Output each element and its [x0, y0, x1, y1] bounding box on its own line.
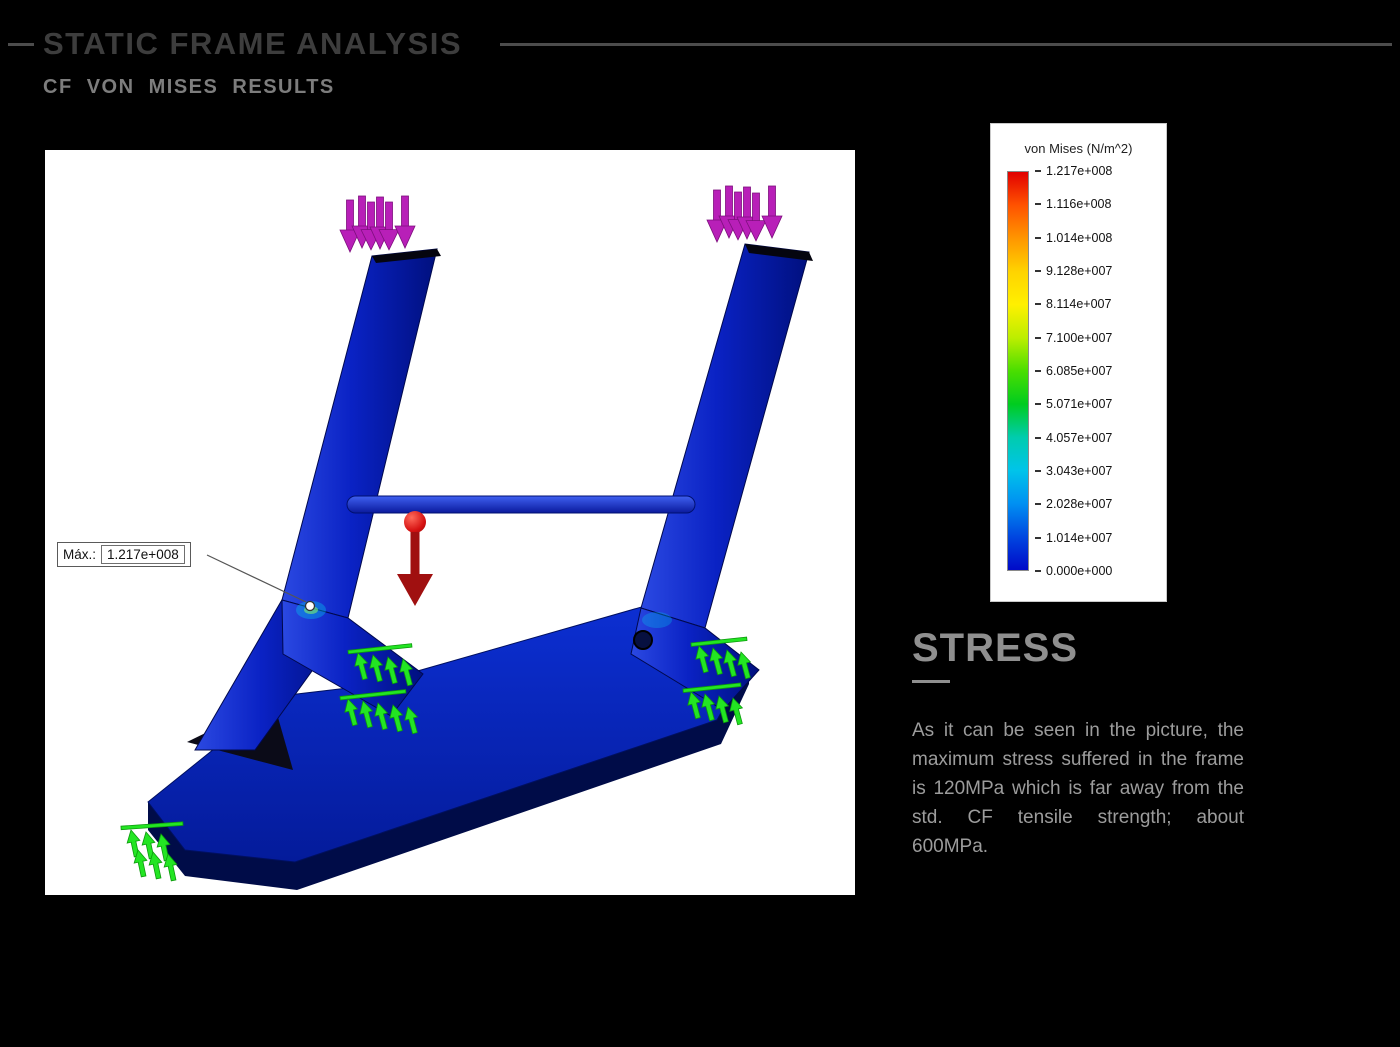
- legend-tick: [1035, 203, 1041, 205]
- stress-hotspot-right: [642, 612, 672, 628]
- load-arrows-left: [340, 196, 415, 252]
- legend-tick: [1035, 503, 1041, 505]
- legend-label-row: 9.128e+007: [1035, 265, 1112, 277]
- legend-label-row: 1.014e+007: [1035, 532, 1112, 544]
- title-left-rule: [8, 43, 34, 46]
- legend-label-row: 5.071e+007: [1035, 398, 1112, 410]
- legend-label-row: 1.116e+008: [1035, 198, 1112, 210]
- color-scale-bar: [1007, 171, 1029, 571]
- stress-heading: STRESS: [912, 626, 1244, 671]
- fea-figure-panel: Máx.: 1.217e+008: [45, 150, 855, 895]
- legend-value: 2.028e+007: [1046, 497, 1112, 511]
- max-force-arrow: [397, 511, 433, 606]
- legend-value: 0.000e+000: [1046, 564, 1112, 578]
- max-stress-callout: Máx.: 1.217e+008: [57, 542, 191, 567]
- legend-label-row: 8.114e+007: [1035, 298, 1112, 310]
- legend-tick: [1035, 537, 1041, 539]
- legend-body: 1.217e+008 1.116e+008 1.014e+008 9.128e+…: [1007, 171, 1160, 577]
- legend-label-row: 1.217e+008: [1035, 165, 1112, 177]
- legend-tick: [1035, 437, 1041, 439]
- stress-section: STRESS As it can be seen in the picture,…: [912, 626, 1244, 861]
- legend-tick: [1035, 337, 1041, 339]
- title-right-rule: [500, 43, 1392, 46]
- legend-value: 4.057e+007: [1046, 431, 1112, 445]
- max-callout-value: 1.217e+008: [101, 545, 185, 564]
- max-callout-label: Máx.:: [63, 547, 96, 562]
- right-beam: [641, 244, 809, 628]
- legend-tick: [1035, 370, 1041, 372]
- legend-value: 5.071e+007: [1046, 397, 1112, 411]
- right-joint-hole: [634, 631, 652, 649]
- legend-label-row: 7.100e+007: [1035, 332, 1112, 344]
- legend-label-row: 3.043e+007: [1035, 465, 1112, 477]
- legend-value: 3.043e+007: [1046, 464, 1112, 478]
- legend-value: 1.014e+007: [1046, 531, 1112, 545]
- legend-label-row: 4.057e+007: [1035, 432, 1112, 444]
- legend-value: 1.217e+008: [1046, 164, 1112, 178]
- page-subtitle: CF VON MISES RESULTS: [43, 76, 1400, 99]
- legend-tick: [1035, 237, 1041, 239]
- legend-value: 8.114e+007: [1046, 297, 1111, 311]
- legend-label-row: 6.085e+007: [1035, 365, 1112, 377]
- legend-title: von Mises (N/m^2): [991, 141, 1166, 156]
- force-arrow-shaft: [411, 532, 420, 576]
- legend-value: 6.085e+007: [1046, 364, 1112, 378]
- fea-model-canvas: [45, 150, 855, 895]
- legend-value: 1.014e+008: [1046, 231, 1112, 245]
- legend-labels: 1.217e+008 1.116e+008 1.014e+008 9.128e+…: [1035, 165, 1112, 577]
- legend-tick: [1035, 570, 1041, 572]
- legend-value: 1.116e+008: [1046, 197, 1111, 211]
- cross-tube: [347, 496, 695, 513]
- force-arrow-head: [397, 574, 433, 606]
- legend-tick: [1035, 170, 1041, 172]
- force-point-marker: [404, 511, 426, 533]
- frame-model: [148, 244, 813, 890]
- legend-tick: [1035, 470, 1041, 472]
- stress-heading-rule: [912, 680, 950, 683]
- legend-label-row: 2.028e+007: [1035, 498, 1112, 510]
- legend-label-row: 0.000e+000: [1035, 565, 1112, 577]
- title-row: STATIC FRAME ANALYSIS: [0, 26, 1400, 62]
- header: STATIC FRAME ANALYSIS CF VON MISES RESUL…: [0, 26, 1400, 99]
- legend-value: 9.128e+007: [1046, 264, 1112, 278]
- max-stress-point-marker: [306, 602, 315, 611]
- legend-tick: [1035, 403, 1041, 405]
- legend-tick: [1035, 270, 1041, 272]
- slide: STATIC FRAME ANALYSIS CF VON MISES RESUL…: [0, 0, 1400, 1047]
- legend-panel: von Mises (N/m^2) 1.217e+008 1.116e+008 …: [990, 123, 1167, 602]
- load-arrows-right: [707, 186, 782, 242]
- legend-label-row: 1.014e+008: [1035, 232, 1112, 244]
- page-title: STATIC FRAME ANALYSIS: [43, 26, 462, 62]
- stress-body: As it can be seen in the picture, the ma…: [912, 717, 1244, 861]
- legend-value: 7.100e+007: [1046, 331, 1112, 345]
- legend-tick: [1035, 303, 1041, 305]
